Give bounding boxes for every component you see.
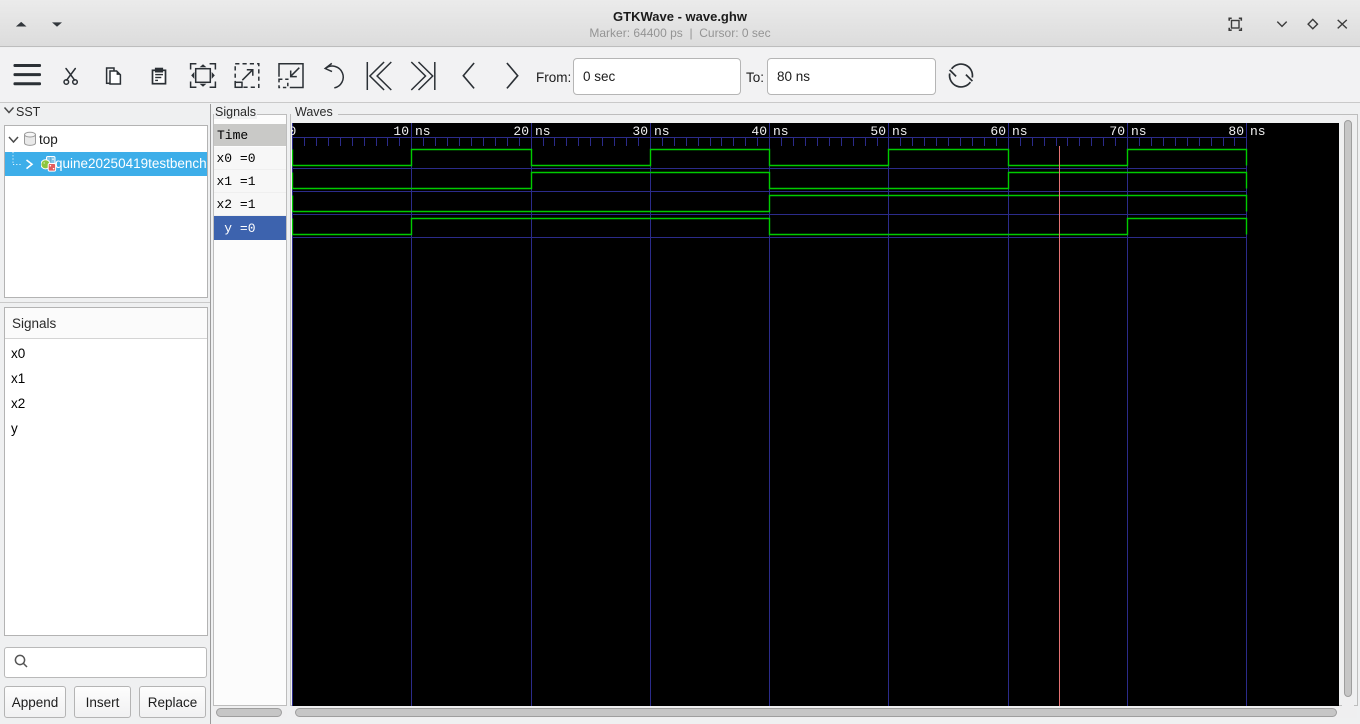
svg-text:30: 30 xyxy=(632,124,648,139)
svg-text:0: 0 xyxy=(292,124,296,139)
svg-text:70: 70 xyxy=(1109,124,1125,139)
svg-text:ns: ns xyxy=(892,124,908,139)
svg-text:80: 80 xyxy=(1228,124,1244,139)
svg-text:10: 10 xyxy=(393,124,409,139)
svg-text:ns: ns xyxy=(415,124,431,139)
svg-text:ns: ns xyxy=(1131,124,1147,139)
svg-text:ns: ns xyxy=(773,124,789,139)
svg-text:ns: ns xyxy=(654,124,670,139)
svg-text:40: 40 xyxy=(751,124,767,139)
svg-text:ns: ns xyxy=(1012,124,1028,139)
svg-text:ns: ns xyxy=(1250,124,1266,139)
svg-text:60: 60 xyxy=(990,124,1006,139)
svg-text:50: 50 xyxy=(870,124,886,139)
svg-text:20: 20 xyxy=(513,124,529,139)
svg-text:ns: ns xyxy=(535,124,551,139)
